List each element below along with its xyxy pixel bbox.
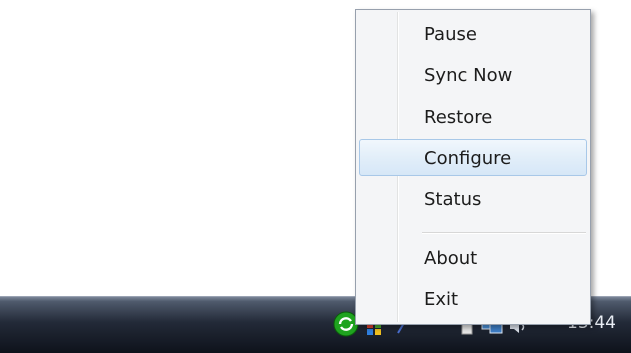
menu-separator	[422, 232, 586, 234]
menu-item-pause[interactable]: Pause	[359, 15, 587, 52]
menu-item-exit[interactable]: Exit	[359, 280, 587, 317]
menu-item-status[interactable]: Status	[359, 180, 587, 217]
menu-item-label: Configure	[424, 148, 512, 169]
menu-item-label: Exit	[424, 289, 459, 310]
menu-item-label: Sync Now	[424, 65, 513, 86]
menu-item-restore[interactable]: Restore	[359, 98, 587, 135]
menu-item-about[interactable]: About	[359, 239, 587, 276]
menu-item-label: Status	[424, 189, 482, 210]
tray-context-menu: Pause Sync Now Restore Configure Status …	[355, 9, 591, 325]
menu-item-sync-now[interactable]: Sync Now	[359, 56, 587, 93]
menu-item-label: Restore	[424, 107, 493, 128]
menu-item-label: About	[424, 248, 478, 269]
menu-item-configure[interactable]: Configure	[359, 139, 587, 176]
menu-item-label: Pause	[424, 24, 477, 45]
